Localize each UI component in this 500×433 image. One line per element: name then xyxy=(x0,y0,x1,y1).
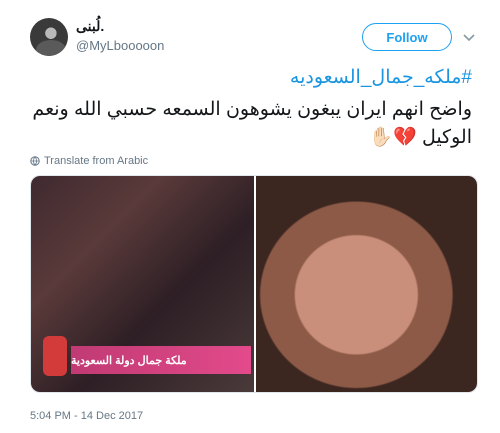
chevron-down-icon[interactable] xyxy=(462,30,476,44)
media-grid[interactable]: ملكة جمال دولة السعودية xyxy=(30,175,478,393)
avatar[interactable] xyxy=(30,18,68,56)
tweet-timestamp[interactable]: 5:04 PM - 14 Dec 2017 xyxy=(30,410,143,422)
translate-label: Translate from Arabic xyxy=(44,155,149,167)
author-name[interactable]: لُبنى. xyxy=(76,18,104,35)
translate-link[interactable]: Translate from Arabic xyxy=(30,155,148,167)
hashtag-link[interactable]: #ملكه_جمال_السعوديه xyxy=(290,66,472,89)
photo-caption: ملكة جمال دولة السعودية xyxy=(71,346,251,374)
tweet-text: واضح انهم ايران يبغون يشوهون السمعه حسبي… xyxy=(32,96,472,152)
follow-button[interactable]: Follow xyxy=(362,23,452,51)
microphone-icon xyxy=(43,336,67,376)
photo-woman-interview[interactable]: ملكة جمال دولة السعودية xyxy=(31,176,254,392)
globe-icon xyxy=(30,156,40,166)
broken-heart-and-hand-emoji: 💔✋🏻 xyxy=(369,127,417,148)
author-handle[interactable]: @MyLbooooon xyxy=(76,38,164,53)
photo-crying-face[interactable] xyxy=(256,176,477,392)
